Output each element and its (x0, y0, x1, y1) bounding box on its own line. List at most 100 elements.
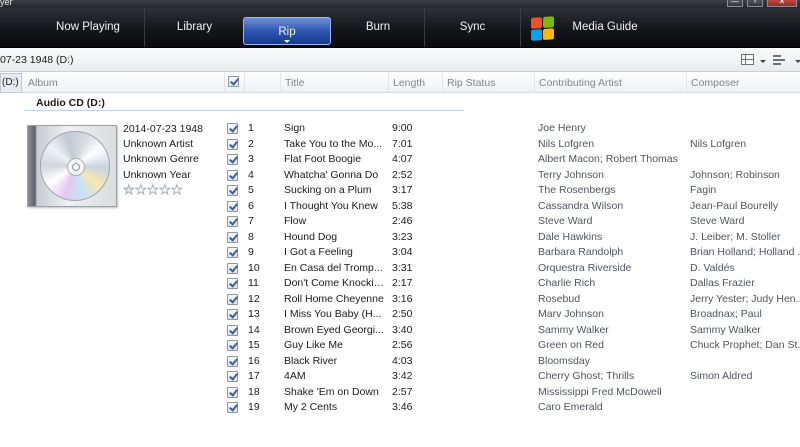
column-contributing-artist[interactable]: Contributing Artist (534, 73, 686, 93)
view-options-dropdown-icon[interactable] (760, 60, 766, 63)
track-row[interactable]: 9 I Got a Feeling 3:04 Barbara Randolph Bria… (0, 245, 800, 261)
track-checkbox[interactable] (227, 185, 238, 196)
track-row[interactable]: 14 Brown Eyed Georgi... 3:40 Sammy Walker Sa… (0, 323, 800, 339)
track-artist: Orquestra Riverside (538, 261, 632, 274)
rip-settings-dropdown-icon[interactable] (795, 60, 800, 63)
track-checkbox[interactable] (227, 200, 238, 212)
track-row[interactable]: 3 Flat Foot Boogie 4:07 Albert Macon; Rober… (0, 152, 800, 168)
track-row[interactable]: 7 Flow 2:46 Steve Ward Steve Ward (0, 214, 800, 230)
track-artist: Nils Lofgren (538, 137, 595, 150)
minimize-button[interactable]: — (727, 0, 743, 7)
track-checkbox[interactable] (227, 324, 238, 336)
column-number[interactable] (244, 73, 280, 93)
track-number: 19 (248, 401, 260, 413)
track-artist: Steve Ward (538, 215, 593, 227)
track-number: 7 (248, 215, 254, 227)
track-composer: Jerry Yester; Judy Hen... (690, 292, 800, 305)
column-select-all[interactable] (224, 73, 244, 93)
track-title: Hound Dog (284, 230, 338, 243)
track-row[interactable]: 10 En Casa del Tromp... 3:31 Orquestra Rive… (0, 261, 800, 277)
track-checkbox[interactable] (227, 309, 238, 320)
track-number: 2 (248, 137, 254, 150)
tab-burn[interactable]: Burn (333, 8, 423, 47)
track-checkbox[interactable] (227, 386, 238, 398)
track-title: I Got a Feeling (284, 246, 353, 258)
track-composer: Johnson; Robinson (690, 168, 780, 181)
track-artist: Joe Henry (538, 122, 586, 134)
track-checkbox[interactable] (227, 355, 238, 367)
track-row[interactable]: 8 Hound Dog 3:23 Dale Hawkins J. Leiber; M. … (0, 230, 800, 246)
nav-pane-drive-label[interactable]: (D:) (0, 73, 22, 93)
select-all-checkbox[interactable] (228, 76, 239, 87)
close-button[interactable]: ✕ (767, 0, 797, 7)
track-artist: Cassandra Wilson (538, 199, 624, 212)
track-title: Guy Like Me (284, 339, 343, 351)
track-length: 7:01 (392, 137, 413, 150)
column-album[interactable]: Album (24, 73, 224, 93)
window-title: yer (0, 0, 13, 7)
track-row[interactable]: 19 My 2 Cents 3:46 Caro Emerald (0, 400, 800, 416)
track-artist: Green on Red (538, 339, 604, 351)
track-row[interactable]: 4 Whatcha' Gonna Do 2:52 Terry Johnson Johns… (0, 168, 800, 184)
track-row[interactable]: 15 Guy Like Me 2:56 Green on Red Chuck Proph… (0, 338, 800, 354)
track-row[interactable]: 13 I Miss You Baby (H... 2:50 Marv Johnson B… (0, 307, 800, 323)
track-row[interactable]: 12 Roll Home Cheyenne 3:16 Rosebud Jerry Yes… (0, 292, 800, 308)
track-checkbox[interactable] (227, 278, 238, 289)
track-checkbox[interactable] (227, 402, 238, 413)
tab-now-playing[interactable]: Now Playing (32, 8, 144, 47)
tab-sync[interactable]: Sync (424, 8, 520, 47)
track-title: Don't Come Knockin... (284, 277, 386, 289)
track-row[interactable]: 6 I Thought You Knew 5:38 Cassandra Wilson J… (0, 199, 800, 215)
column-rip-status[interactable]: Rip Status (442, 73, 534, 93)
track-composer: Brian Holland; Holland ... (690, 246, 800, 258)
track-length: 2:56 (392, 339, 413, 351)
track-length: 3:46 (392, 401, 413, 413)
track-number: 4 (248, 168, 254, 181)
track-row[interactable]: 1 Sign 9:00 Joe Henry (0, 121, 800, 137)
view-options-icon[interactable] (741, 54, 754, 65)
restore-button[interactable]: ▫ (747, 0, 763, 7)
track-composer: D. Valdés (690, 261, 735, 274)
tab-media-guide[interactable]: Media Guide (560, 8, 650, 47)
track-title: Black River (284, 354, 338, 367)
track-composer (690, 354, 800, 369)
tab-rip[interactable]: Rip (243, 17, 331, 45)
track-length: 2:50 (392, 308, 413, 320)
track-row[interactable]: 17 4AM 3:42 Cherry Ghost; Thrills Simon Aldr… (0, 369, 800, 385)
track-row[interactable]: 11 Don't Come Knockin... 2:17 Charlie Rich D… (0, 276, 800, 292)
track-title: Take You to the Mo... (284, 137, 383, 150)
address-bar: 07-23 1948 (D:) (0, 48, 800, 72)
track-checkbox[interactable] (227, 293, 238, 305)
tab-library[interactable]: Library (144, 8, 244, 47)
track-checkbox[interactable] (227, 154, 238, 165)
track-checkbox[interactable] (227, 138, 238, 150)
track-length: 3:42 (392, 370, 413, 382)
track-checkbox[interactable] (227, 169, 238, 181)
track-row[interactable]: 5 Sucking on a Plum 3:17 The Rosenbergs Fagi… (0, 183, 800, 199)
track-title: Sign (284, 122, 306, 134)
track-checkbox[interactable] (227, 340, 238, 351)
track-checkbox[interactable] (227, 231, 238, 243)
column-title[interactable]: Title (280, 73, 388, 93)
track-composer (690, 400, 800, 415)
track-checkbox[interactable] (227, 262, 238, 274)
track-checkbox[interactable] (227, 247, 238, 258)
track-length: 3:04 (392, 246, 413, 258)
track-row[interactable]: 18 Shake 'Em on Down 2:57 Mississippi Fred … (0, 385, 800, 401)
track-number: 16 (248, 354, 260, 367)
track-row[interactable]: 2 Take You to the Mo... 7:01 Nils Lofgren Ni… (0, 137, 800, 153)
track-checkbox[interactable] (227, 371, 238, 382)
track-number: 9 (248, 246, 254, 258)
column-length[interactable]: Length (388, 73, 442, 93)
breadcrumb[interactable]: 07-23 1948 (D:) (0, 54, 74, 66)
track-row[interactable]: 16 Black River 4:03 Bloomsday (0, 354, 800, 370)
rip-settings-icon[interactable] (773, 54, 787, 65)
track-checkbox[interactable] (227, 123, 238, 134)
track-length: 4:07 (392, 153, 413, 165)
group-divider (24, 110, 464, 111)
track-composer: Nils Lofgren (690, 137, 747, 150)
track-artist: Sammy Walker (538, 323, 609, 336)
column-composer[interactable]: Composer (686, 73, 800, 93)
track-checkbox[interactable] (227, 216, 238, 227)
track-composer (690, 152, 800, 167)
